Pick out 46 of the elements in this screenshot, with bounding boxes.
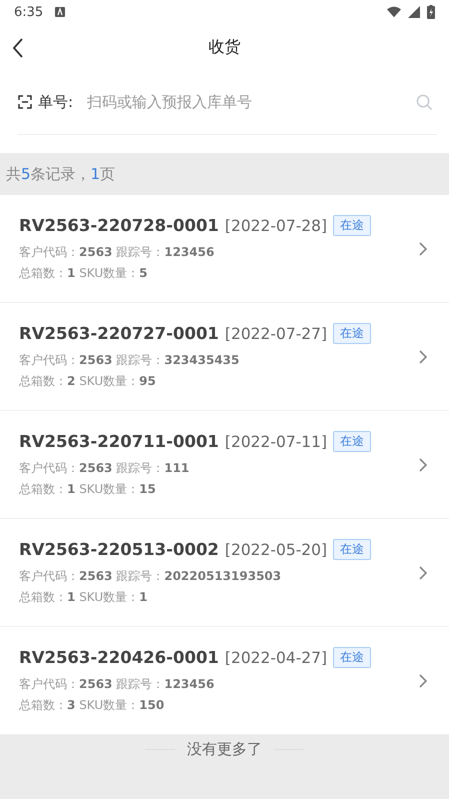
record-card[interactable]: RV2563-220711-0001 [2022-07-11] 在途 客户代码：2563 跟踪号：111 总箱数：1 SKU数量：15 (0, 411, 449, 519)
record-date: [2022-07-11] (224, 432, 328, 450)
notification-icon (55, 7, 66, 17)
search-field[interactable]: 扫码或输入预报入库单号 (85, 92, 416, 112)
status-tag: 在途 (333, 215, 372, 236)
status-tag: 在途 (333, 431, 372, 452)
record-summary: 共5条记录，1页 (6, 164, 116, 184)
record-details: 客户代码：2563 跟踪号：323435435 (19, 352, 240, 369)
record-card[interactable]: RV2563-220426-0001 [2022-04-27] 在途 客户代码：2563 跟踪号：123456 总箱数：3 SKU数量：150 (0, 627, 449, 735)
record-number: RV2563-220728-0001 (19, 216, 219, 235)
record-date: [2022-05-20] (224, 540, 328, 558)
signal-icon (407, 6, 421, 18)
scan-icon[interactable] (18, 95, 32, 109)
battery-icon (427, 5, 435, 19)
chevron-right-icon (419, 350, 427, 364)
record-number: RV2563-220711-0001 (19, 432, 219, 451)
record-card[interactable]: RV2563-220513-0002 [2022-05-20] 在途 客户代码：2563 跟踪号：20220513193503 总箱数：1 SKU数量：1 (0, 519, 449, 627)
chevron-right-icon (419, 458, 427, 472)
record-details: 总箱数：2 SKU数量：95 (19, 373, 157, 390)
chevron-right-icon (419, 566, 427, 580)
record-details: 总箱数：3 SKU数量：150 (19, 697, 166, 714)
record-number: RV2563-220727-0001 (19, 324, 219, 343)
record-card[interactable]: RV2563-220727-0001 [2022-07-27] 在途 客户代码：2563 跟踪号：323435435 总箱数：2 SKU数量：95 (0, 303, 449, 411)
record-number: RV2563-220513-0002 (19, 540, 219, 559)
record-card[interactable]: RV2563-220728-0001 [2022-07-28] 在途 客户代码：2563 跟踪号：123456 总箱数：1 SKU数量：5 (0, 195, 449, 303)
page-title: 收货 (208, 36, 240, 58)
record-date: [2022-04-27] (224, 648, 328, 666)
wifi-icon (387, 6, 401, 18)
status-time: 6:35 (14, 4, 44, 20)
status-tag: 在途 (333, 647, 372, 668)
record-details: 总箱数：1 SKU数量：15 (19, 481, 157, 498)
record-details: 客户代码：2563 跟踪号：20220513193503 (19, 568, 282, 585)
search-label: 单号: (38, 92, 74, 112)
record-date: [2022-07-27] (224, 324, 328, 342)
status-tag: 在途 (333, 323, 372, 344)
record-details: 客户代码：2563 跟踪号：111 (19, 460, 190, 477)
record-details: 总箱数：1 SKU数量：5 (19, 265, 148, 282)
chevron-right-icon (419, 674, 427, 688)
record-details: 总箱数：1 SKU数量：1 (19, 589, 148, 606)
end-of-list-text: 没有更多了 (187, 740, 262, 758)
status-tag: 在途 (333, 539, 372, 560)
record-details: 客户代码：2563 跟踪号：123456 (19, 244, 216, 261)
record-date: [2022-07-28] (224, 216, 328, 234)
chevron-right-icon (419, 242, 427, 256)
record-details: 客户代码：2563 跟踪号：123456 (19, 676, 216, 693)
record-number: RV2563-220426-0001 (19, 648, 219, 667)
